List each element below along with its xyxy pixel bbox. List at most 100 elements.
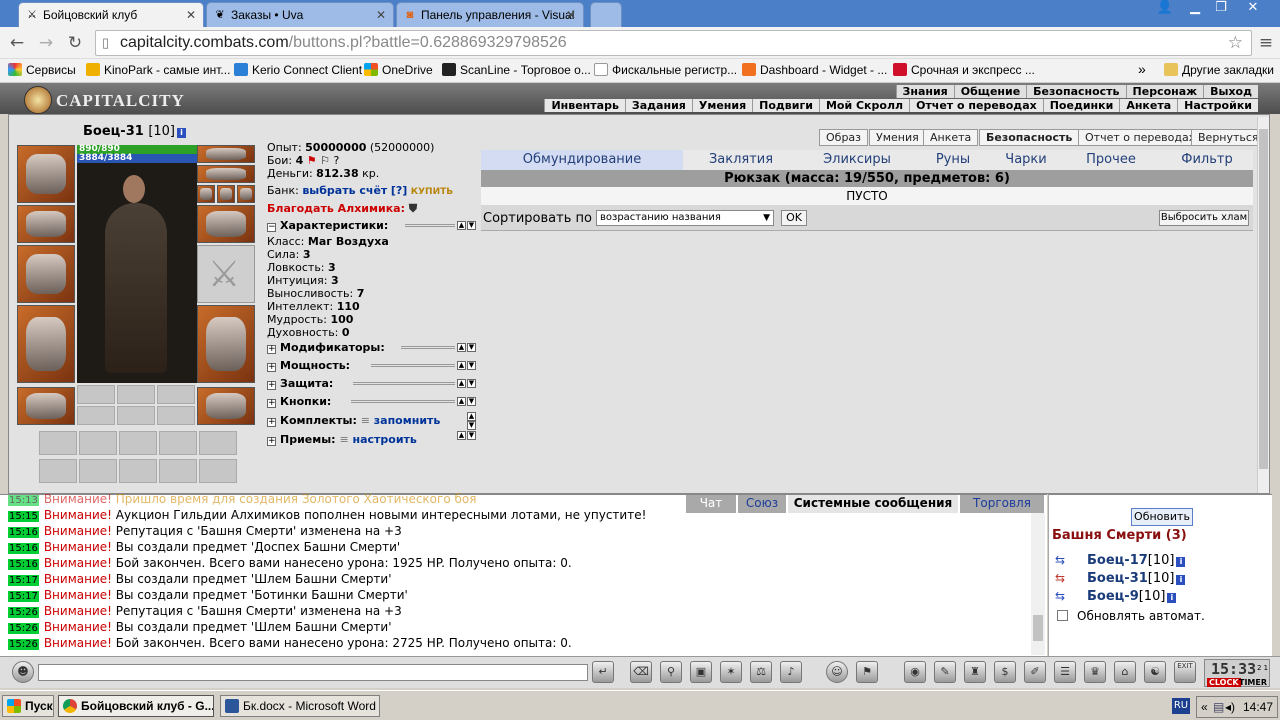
ok-button[interactable]: OK [781, 210, 807, 226]
arrow-up-icon[interactable]: ▲ [457, 379, 466, 388]
remember-set-link[interactable]: запомнить [374, 414, 441, 427]
arrow-down-icon[interactable]: ▼ [467, 379, 476, 388]
choose-account-link[interactable]: выбрать счёт [302, 184, 387, 197]
chat-time[interactable]: 15:16 [8, 559, 39, 570]
arrow-up-icon[interactable]: ▲ [457, 343, 466, 352]
bookmark-services[interactable]: Сервисы [8, 63, 76, 77]
start-button[interactable]: Пуск [2, 695, 54, 717]
bag-icon[interactable]: ◉ [904, 661, 926, 683]
nav-settings[interactable]: Настройки [1177, 99, 1258, 112]
tab-charms[interactable]: Чарки [991, 150, 1061, 170]
gold-icon[interactable]: $ [994, 661, 1016, 683]
close-window-icon[interactable]: ✕ [1240, 0, 1266, 18]
star-icon[interactable]: ☆ [1228, 33, 1243, 53]
taskbar-item-word[interactable]: Бк.docx - Microsoft Word [220, 695, 380, 717]
slot-small-2[interactable] [117, 385, 155, 404]
pen-icon[interactable]: ✐ [1024, 661, 1046, 683]
slot-ring-2[interactable] [217, 185, 235, 203]
configure-tricks-link[interactable]: настроить [353, 433, 417, 446]
nav-security[interactable]: Безопасность [1026, 85, 1126, 98]
refresh-button[interactable]: Обновить [1131, 508, 1193, 526]
filter-icon[interactable]: ⚲ [660, 661, 682, 683]
slot-small-1[interactable] [77, 385, 115, 404]
bookmark-kinopark[interactable]: KinoPark - самые инт... [86, 63, 230, 77]
tab-union[interactable]: Союз [738, 495, 786, 513]
sort-select[interactable]: возрастанию названия ▼ [596, 210, 774, 226]
chat-time[interactable]: 15:26 [8, 607, 39, 618]
arrow-up-icon[interactable]: ▲ [467, 412, 476, 421]
arrow-down-icon[interactable]: ▼ [467, 221, 476, 230]
section-tricks[interactable]: + Приемы: ≡ настроить ▲ ▼ [267, 431, 477, 446]
slot-amulet[interactable] [197, 165, 255, 183]
tab-other[interactable]: Прочее [1061, 150, 1161, 170]
arrow-down-icon[interactable]: ▼ [467, 421, 476, 430]
section-power[interactable]: + Мощность: ▲ ▼ [267, 359, 477, 372]
bookmarks-more[interactable]: » [1138, 61, 1146, 77]
transfer-report-button[interactable]: Отчет о переводах [1078, 129, 1203, 146]
slot-offhand-empty[interactable]: ⚔ [197, 245, 255, 303]
pocket-slot-4[interactable] [159, 431, 197, 455]
chat-time[interactable]: 15:15 [8, 511, 39, 522]
nav-my-scroll[interactable]: Мой Скролл [818, 99, 909, 112]
taskbar-item-chrome[interactable]: Бойцовский клуб - G... [58, 695, 214, 717]
tab-equipment[interactable]: Обмундирование [481, 150, 683, 170]
clan-icon[interactable]: ⚑ [856, 661, 878, 683]
player-item[interactable]: Боец-9[10] i [1087, 589, 1177, 605]
reload-icon[interactable]: ↻ [64, 33, 86, 53]
network-icon[interactable]: ▤ [1213, 697, 1224, 717]
chat-input[interactable] [38, 664, 588, 681]
tab-uva[interactable]: ❦ Заказы • Uva ✕ [206, 2, 394, 27]
slot-ring-3[interactable] [237, 185, 255, 203]
pocket-slot-1[interactable] [39, 431, 77, 455]
pocket-slot-8[interactable] [119, 459, 157, 483]
expand-icon[interactable]: + [267, 399, 276, 408]
scales-icon[interactable]: ⚖ [750, 661, 772, 683]
section-sets[interactable]: + Комплекты: ≡ запомнить ▲ ▼ [267, 412, 477, 430]
chat-time[interactable]: 15:16 [8, 527, 39, 538]
info-icon[interactable]: i [1176, 575, 1186, 585]
new-tab-button[interactable] [590, 2, 622, 27]
tab-combats[interactable]: ⚔ Бойцовский клуб ✕ [18, 2, 204, 27]
buy-link[interactable]: КУПИТЬ [411, 187, 453, 197]
scroll-thumb[interactable] [1259, 129, 1268, 469]
nav-quests[interactable]: Задания [624, 99, 692, 112]
slot-ring-1[interactable] [197, 185, 215, 203]
chat-time[interactable]: 15:13 [8, 495, 39, 506]
chat-scroll-thumb[interactable] [1033, 615, 1043, 641]
smiley-icon[interactable]: ☺ [826, 661, 848, 683]
section-buttons[interactable]: + Кнопки: ▲ ▼ [267, 395, 477, 408]
scroll-2-icon[interactable]: ☰ [1054, 661, 1076, 683]
collapse-icon[interactable]: − [267, 223, 276, 232]
info-icon[interactable]: i [1176, 557, 1186, 567]
nav-skills[interactable]: Умения [691, 99, 752, 112]
pocket-slot-2[interactable] [79, 431, 117, 455]
volume-icon[interactable]: ◂) [1225, 697, 1235, 717]
address-bar[interactable]: ▯ capitalcity.combats.com/buttons.pl?bat… [95, 30, 1252, 56]
chat-time[interactable]: 15:26 [8, 639, 39, 650]
pocket-slot-10[interactable] [199, 459, 237, 483]
bookmark-onedrive[interactable]: OneDrive [364, 63, 433, 77]
player-item[interactable]: Боец-31[10] i [1087, 571, 1186, 587]
tray-expand-icon[interactable]: « [1201, 697, 1208, 717]
save-icon[interactable]: ▣ [690, 661, 712, 683]
bookmark-kerio[interactable]: Kerio Connect Client [234, 63, 362, 77]
arrow-up-icon[interactable]: ▲ [457, 361, 466, 370]
slot-helmet[interactable] [17, 145, 75, 203]
back-icon[interactable]: ← [6, 33, 28, 53]
return-button[interactable]: Вернуться [1191, 129, 1266, 146]
restore-icon[interactable]: ❐ [1208, 0, 1234, 18]
arrow-down-icon[interactable]: ▼ [467, 343, 476, 352]
player-item[interactable]: Боец-17[10] i [1087, 553, 1186, 569]
tab-elixirs[interactable]: Эликсиры [799, 150, 915, 170]
section-modifiers[interactable]: + Модификаторы: ▲ ▼ [267, 341, 477, 354]
tab-system-messages[interactable]: Системные сообщения [788, 495, 958, 513]
slot-weapon[interactable] [17, 245, 75, 303]
skills-button[interactable]: Умения [869, 129, 926, 146]
expand-icon[interactable]: + [267, 363, 276, 372]
pocket-slot-9[interactable] [159, 459, 197, 483]
user-icon[interactable]: 👤 [1152, 0, 1178, 18]
nav-exit[interactable]: Выход [1203, 85, 1258, 98]
chat-time[interactable]: 15:17 [8, 575, 39, 586]
slot-belt[interactable] [17, 387, 75, 425]
pocket-slot-7[interactable] [79, 459, 117, 483]
